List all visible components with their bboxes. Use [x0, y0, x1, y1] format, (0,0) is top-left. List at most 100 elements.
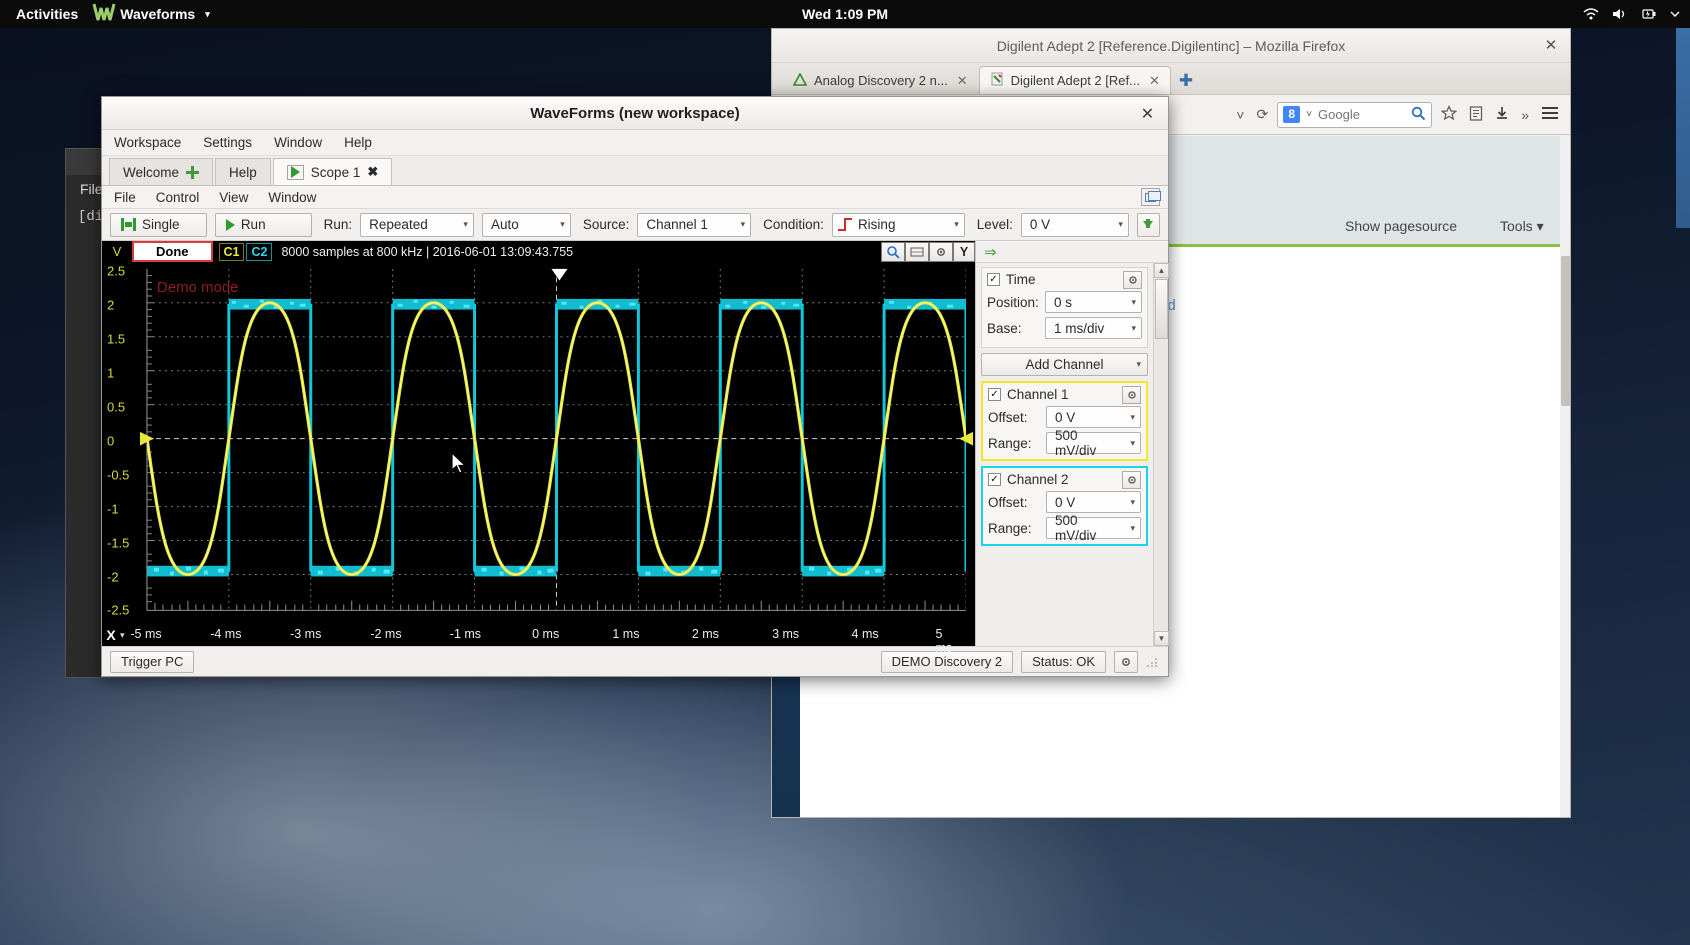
close-icon[interactable]: ✕ — [957, 73, 968, 89]
trigger-pc-button[interactable]: Trigger PC — [110, 651, 194, 673]
submenu-window[interactable]: Window — [268, 190, 316, 205]
channel-2-badge[interactable]: C2 — [246, 243, 272, 261]
channel-1-range-input[interactable]: 500 mV/div ▾ — [1046, 432, 1141, 454]
scroll-down-icon[interactable]: ▼ — [1154, 631, 1169, 646]
menu-settings[interactable]: Settings — [203, 135, 252, 150]
control-panel-scrollbar[interactable]: ▲ ▼ — [1153, 263, 1168, 646]
zoom-icon[interactable] — [881, 242, 905, 262]
scrollbar-thumb[interactable] — [1155, 279, 1168, 339]
trigger-condition-select[interactable]: Rising ▾ — [832, 213, 965, 237]
waveforms-window[interactable]: WaveForms (new workspace) ✕ Workspace Se… — [101, 96, 1169, 677]
scope-view-tools[interactable]: Y — [881, 241, 975, 263]
scroll-up-icon[interactable]: ▲ — [1154, 263, 1169, 278]
time-settings-button[interactable] — [1123, 271, 1142, 289]
new-tab-button[interactable]: ✚ — [1171, 71, 1201, 94]
download-button[interactable] — [1137, 213, 1160, 237]
scope-submenu[interactable]: File Control View Window — [102, 186, 1168, 209]
scrollbar-thumb[interactable] — [1561, 256, 1571, 406]
scope-x-axis-row[interactable]: X ▾ -5 ms -4 ms -3 ms -2 ms -1 ms 0 ms 1… — [102, 624, 975, 646]
gear-icon[interactable] — [929, 242, 953, 262]
base-input[interactable]: 1 ms/div ▾ — [1045, 317, 1142, 339]
submenu-file[interactable]: File — [114, 190, 136, 205]
page-scrollbar[interactable] — [1560, 136, 1571, 818]
run-button[interactable]: Run — [215, 213, 312, 237]
search-engine-icon[interactable]: 8 — [1283, 106, 1300, 123]
channel-1-offset-row[interactable]: Offset: 0 V ▾ — [988, 406, 1141, 428]
page-tools-menu[interactable]: Tools ▾ — [1500, 218, 1544, 235]
time-position-row[interactable]: Position: 0 s ▾ — [987, 291, 1142, 313]
search-input[interactable]: Google — [1318, 107, 1405, 122]
add-channel-button[interactable]: Add Channel ▾ — [981, 353, 1148, 376]
restore-window-button[interactable] — [1141, 188, 1160, 206]
submenu-control[interactable]: Control — [156, 190, 200, 205]
channel-1-settings-button[interactable] — [1122, 386, 1141, 404]
tab-scope-1[interactable]: Scope 1 ✖ — [273, 158, 392, 185]
trigger-mode-select[interactable]: Auto ▾ — [482, 213, 571, 237]
tab-help[interactable]: Help — [215, 158, 271, 185]
oscilloscope-plot[interactable]: 2.5 2 1.5 1 0.5 0 -0.5 -1 -1.5 -2 -2.5 — [102, 263, 975, 624]
menu-window[interactable]: Window — [274, 135, 322, 150]
waveforms-tabstrip[interactable]: Welcome Help Scope 1 ✖ — [102, 156, 1168, 186]
activities-button[interactable]: Activities — [0, 6, 92, 22]
control-panel-scroll-area[interactable]: ✓ Time Position: 0 s ▾ — [976, 263, 1168, 646]
waveforms-menubar[interactable]: Workspace Settings Window Help — [102, 130, 1168, 156]
time-panel[interactable]: ✓ Time Position: 0 s ▾ — [981, 267, 1148, 348]
scope-toolbar[interactable]: Single Run Run: Repeated ▾ Auto ▾ Source… — [102, 209, 1168, 241]
firefox-close-button[interactable]: ✕ — [1542, 36, 1560, 54]
trigger-source-select[interactable]: Channel 1 ▾ — [637, 213, 751, 237]
history-dropdown-icon[interactable]: ˅ — [1233, 107, 1247, 123]
firefox-search-box[interactable]: 8 ˅ Google — [1277, 102, 1432, 128]
time-base-row[interactable]: Base: 1 ms/div ▾ — [987, 317, 1142, 339]
system-tray[interactable] — [1583, 7, 1680, 21]
firefox-tab-analog-discovery[interactable]: Analog Discovery 2 n... ✕ — [782, 66, 979, 94]
x-axis-button[interactable]: X — [102, 627, 120, 643]
channel-2-panel[interactable]: ✓ Channel 2 Offset: 0 V ▾ — [981, 466, 1148, 546]
run-mode-select[interactable]: Repeated ▾ — [360, 213, 474, 237]
resize-grip[interactable] — [1146, 655, 1160, 669]
plus-icon[interactable] — [186, 166, 199, 179]
submenu-view[interactable]: View — [219, 190, 248, 205]
channel-1-range-row[interactable]: Range: 500 mV/div ▾ — [988, 432, 1141, 454]
device-settings-button[interactable] — [1114, 651, 1138, 673]
channel-2-enable-checkbox[interactable]: ✓ — [988, 473, 1001, 486]
close-icon[interactable]: ✖ — [367, 164, 378, 180]
search-icon[interactable] — [1411, 106, 1426, 124]
channel-1-offset-input[interactable]: 0 V ▾ — [1046, 406, 1141, 428]
channel-2-range-input[interactable]: 500 mV/div ▾ — [1046, 517, 1141, 539]
time-panel-header[interactable]: ✓ Time — [987, 272, 1142, 287]
downloads-icon[interactable] — [1492, 106, 1512, 124]
channel-1-badge[interactable]: C1 — [219, 243, 245, 261]
fit-icon[interactable] — [905, 242, 929, 262]
firefox-tabstrip[interactable]: Analog Discovery 2 n... ✕ Digilent Adept… — [772, 63, 1570, 95]
chevron-down-icon[interactable]: ˅ — [1306, 109, 1312, 120]
channel-1-panel[interactable]: ✓ Channel 1 Offset: 0 V ▾ — [981, 381, 1148, 461]
channel-2-settings-button[interactable] — [1122, 471, 1141, 489]
single-button[interactable]: Single — [110, 213, 207, 237]
clock[interactable]: Wed 1:09 PM — [0, 6, 1690, 22]
menu-workspace[interactable]: Workspace — [114, 135, 181, 150]
position-input[interactable]: 0 s ▾ — [1045, 291, 1142, 313]
channel-2-offset-row[interactable]: Offset: 0 V ▾ — [988, 491, 1141, 513]
channel-2-header[interactable]: ✓ Channel 2 — [988, 472, 1141, 487]
chevron-down-icon[interactable]: ▾ — [120, 630, 125, 641]
bookmark-star-icon[interactable] — [1438, 105, 1460, 124]
show-pagesource-link[interactable]: Show pagesource — [1345, 218, 1457, 234]
reload-icon[interactable]: ⟳ — [1253, 106, 1271, 123]
tab-welcome[interactable]: Welcome — [109, 158, 213, 185]
channel-1-enable-checkbox[interactable]: ✓ — [988, 388, 1001, 401]
channel-1-header[interactable]: ✓ Channel 1 — [988, 387, 1141, 402]
firefox-tab-digilent-adept[interactable]: Digilent Adept 2 [Ref... ✕ — [979, 66, 1171, 94]
close-icon[interactable]: ✕ — [1149, 73, 1160, 89]
time-enable-checkbox[interactable]: ✓ — [987, 273, 1000, 286]
menu-icon[interactable] — [1538, 106, 1562, 123]
menu-help[interactable]: Help — [344, 135, 372, 150]
waveforms-close-button[interactable]: ✕ — [1139, 105, 1156, 122]
y-axis-button[interactable]: Y — [953, 242, 975, 262]
trigger-level-input[interactable]: 0 V ▾ — [1021, 213, 1129, 237]
channel-2-range-row[interactable]: Range: 500 mV/div ▾ — [988, 517, 1141, 539]
expand-arrow-icon[interactable]: ⇒ — [984, 243, 997, 261]
reader-icon[interactable] — [1466, 106, 1486, 124]
channel-2-offset-input[interactable]: 0 V ▾ — [1046, 491, 1141, 513]
scope-control-panel[interactable]: ⇒ ✓ Time Position: — [975, 241, 1168, 646]
active-app-menu[interactable]: Waveforms ▾ — [92, 4, 209, 24]
